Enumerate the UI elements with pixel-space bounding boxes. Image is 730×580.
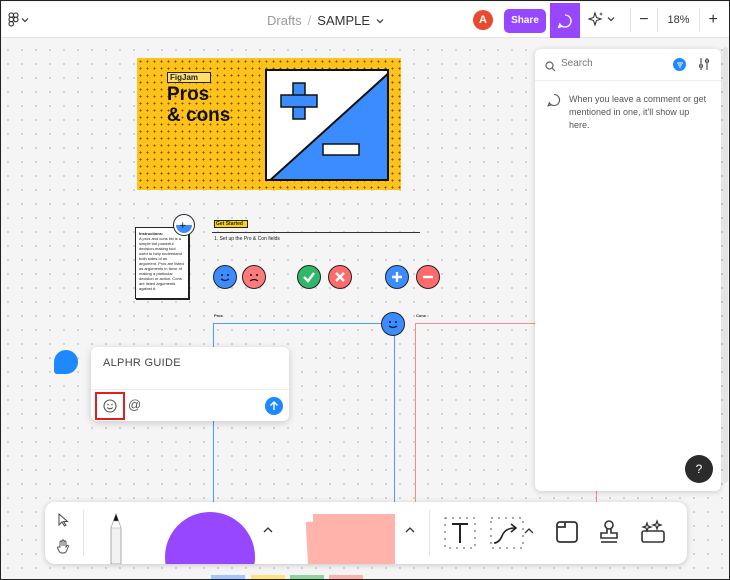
chevron-down-icon (21, 17, 29, 22)
check-sticker[interactable] (297, 265, 321, 289)
chevron-up-icon[interactable] (403, 522, 417, 536)
swatch-pink (329, 575, 363, 579)
text-tool[interactable] (443, 516, 477, 550)
settings-sliders-icon[interactable] (698, 57, 710, 76)
swatch-yellow (251, 575, 285, 579)
filter-icon[interactable] (673, 58, 686, 71)
comment-input[interactable]: ALPHR GUIDE (103, 357, 181, 369)
widgets-tool[interactable] (637, 516, 669, 548)
emoji-icon (103, 399, 117, 413)
pros-column-label: Pros (214, 313, 223, 318)
comment-icon (557, 13, 572, 28)
plus-sticker[interactable] (385, 265, 409, 289)
comments-search-input[interactable] (561, 58, 661, 69)
comment-pin[interactable] (54, 350, 78, 374)
minus-sticker[interactable] (416, 265, 440, 289)
share-button[interactable]: Share (504, 9, 546, 33)
zoom-controls: − 18% + (630, 8, 726, 32)
send-arrow-icon (270, 401, 278, 410)
happy-face-sticker[interactable] (213, 265, 237, 289)
ai-button[interactable] (588, 11, 615, 27)
chevron-down-icon (607, 17, 615, 22)
breadcrumb: Drafts / SAMPLE (267, 13, 384, 28)
get-started-step: 1. Set up the Pro & Con fields (214, 236, 280, 242)
vertical-scrollbar[interactable] (723, 47, 728, 483)
sticky-note-tool[interactable] (313, 514, 395, 564)
panel-divider (535, 80, 721, 81)
svg-text:+: + (179, 221, 187, 231)
send-button[interactable] (265, 397, 283, 415)
breadcrumb-separator: / (307, 13, 312, 28)
sad-face-sticker[interactable] (242, 265, 266, 289)
cursor-arrow-icon (58, 513, 69, 527)
widgets-icon (641, 519, 665, 543)
connector-tool[interactable] (489, 516, 525, 550)
zoom-level[interactable]: 18% (656, 8, 701, 32)
swatch-blue (211, 575, 245, 579)
section-icon (556, 521, 578, 543)
figma-menu-icon (8, 12, 19, 27)
move-tool[interactable] (53, 510, 73, 530)
zoom-in-button[interactable]: + (700, 11, 726, 29)
comment-button[interactable] (550, 3, 580, 38)
hand-icon (57, 539, 69, 553)
emoji-button[interactable] (95, 392, 125, 420)
avatar[interactable]: A (473, 10, 493, 30)
pros-cons-mini-icon[interactable]: + (173, 214, 195, 236)
zoom-out-button[interactable]: − (631, 11, 657, 29)
template-header-card[interactable]: FigJam Pros & cons (137, 58, 401, 190)
get-started-tag: Get Started (214, 220, 248, 228)
figjam-tag: FigJam (167, 72, 211, 83)
divider (212, 232, 420, 233)
breadcrumb-drafts[interactable]: Drafts (267, 13, 302, 28)
chevron-down-icon[interactable] (376, 18, 384, 24)
chevron-up-icon[interactable] (261, 522, 275, 536)
mention-button[interactable]: @ (128, 397, 141, 412)
cross-sticker[interactable] (328, 265, 352, 289)
shape-tool[interactable] (165, 512, 255, 564)
composer-divider (91, 389, 289, 390)
bottom-toolbar (45, 502, 687, 564)
pros-cons-illustration (265, 69, 389, 181)
pen-icon (110, 512, 122, 564)
comment-icon (547, 93, 561, 112)
comment-composer[interactable]: ALPHR GUIDE @ (91, 347, 289, 421)
swatch-green (290, 575, 324, 579)
instructions-sticky[interactable]: Instructions: A pros and cons list is a … (135, 227, 189, 299)
search-icon (545, 59, 556, 77)
ai-sparkle-icon (588, 11, 603, 27)
main-menu-button[interactable] (8, 12, 29, 27)
cons-column-label: Cons (416, 313, 426, 318)
file-name[interactable]: SAMPLE (317, 13, 370, 28)
hand-tool[interactable] (53, 536, 73, 556)
connector-icon (490, 517, 524, 549)
happy-face-sticker-pros[interactable] (381, 312, 405, 336)
help-button[interactable]: ? (685, 455, 713, 483)
stamp-icon (600, 520, 618, 543)
text-icon (444, 517, 476, 549)
figjam-window: FigJam Pros & cons Instructions: A pros … (0, 0, 730, 580)
pen-tool[interactable] (101, 510, 131, 564)
stamp-tool[interactable] (593, 516, 625, 548)
comments-panel: When you leave a comment or get mentione… (535, 49, 721, 491)
toolbar-divider (429, 510, 430, 556)
template-title: Pros & cons (167, 84, 231, 126)
chevron-up-icon[interactable] (523, 524, 535, 536)
comments-empty-message: When you leave a comment or get mentione… (569, 94, 707, 130)
section-tool[interactable] (551, 516, 583, 548)
top-bar: Drafts / SAMPLE A Share − 18% + (2, 2, 729, 38)
toolbar-divider (83, 510, 84, 556)
